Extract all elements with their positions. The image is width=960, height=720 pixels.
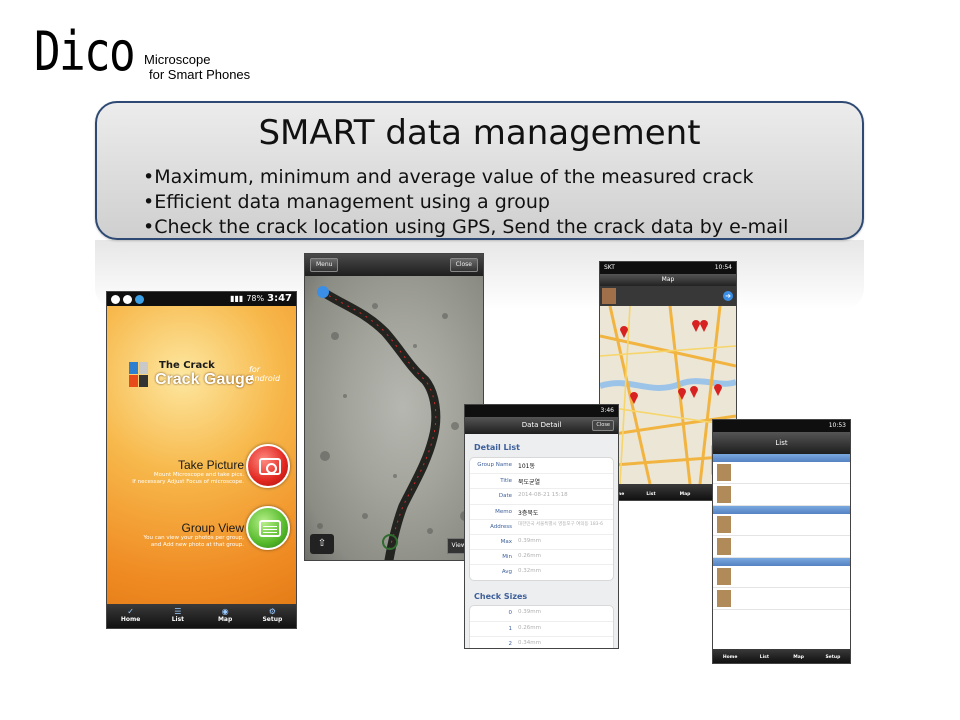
group-view-button[interactable] [246,506,290,550]
field-row[interactable]: Memo 3층북도 [470,503,613,519]
camera-icon [259,458,281,475]
logo-tagline-line2: for Smart Phones [149,67,251,82]
size-row: 2 0.34mm [470,636,613,648]
field-row: Min 0.26mm [470,549,613,564]
tab-map[interactable]: Map [782,649,816,663]
feature-bullet: Efficient data management using a group [143,190,788,215]
list-item[interactable] [713,514,850,536]
close-button[interactable]: Close [592,420,614,431]
crack-thumbnail [602,288,616,304]
app-platform: for Android [249,365,281,383]
map-info-bar[interactable]: ➜ [600,286,736,306]
detail-list: Group Name 101동 Title 북도균열 Date 2014-08-21 … [469,457,614,581]
camera-top-bar: Menu Close [305,254,483,276]
list-screen-phone: 10:53 List Home List Map Setup [713,420,850,663]
header-box: SMART data management Maximum, minimum a… [95,101,864,240]
notification-icon [135,294,144,304]
home-screen-phone: ▮▮▮ 78% 3:47 The Crack Crack Gauge for A… [107,292,296,628]
take-picture-title: Take Picture [177,458,244,472]
field-row: Address 대한민국 서울특별시 영등포구 여의동 183-6 [470,518,613,534]
status-bar: 3:46 [465,405,618,417]
size-row: 0 0.39mm [508,609,541,616]
take-picture-button[interactable] [246,444,290,488]
list-title: List [713,432,850,454]
carrier-label: SKT [604,264,615,271]
tab-setup[interactable]: ⚙ Setup [249,604,296,628]
status-bar: 10:53 [713,420,850,432]
status-time: 10:54 [714,264,732,271]
group-view-desc: You can view your photos per group, [143,535,244,541]
tab-list[interactable]: List [634,484,668,500]
size-row: 1 0.26mm [470,621,613,636]
list-item[interactable] [713,536,850,558]
logo-wordmark: Dico [34,20,136,83]
crack-image [317,286,470,560]
slide-title: SMART data management [258,113,701,153]
status-bar: ▮▮▮ 78% 3:47 [107,292,296,306]
feature-bullet: Maximum, minimum and average value of th… [143,165,788,190]
calendar-icon [259,520,281,537]
list-group-header[interactable] [713,454,850,462]
status-time: 3:46 [600,407,614,414]
app-logo: The Crack Crack Gauge for Android [129,358,289,398]
check-icon: ✓ [127,607,134,616]
camera-screen-phone: Menu Close ⇧ View Cor [305,254,483,560]
crack-list [713,454,850,610]
field-row: Max 0.39mm [470,533,613,549]
check-sizes-list: 0 0.39mm 1 0.26mm 2 0.34mm [469,605,614,648]
menu-button[interactable]: Menu [310,258,339,272]
app-name: Crack Gauge [155,371,254,388]
logo-tagline: Microscope for Smart Phones [144,52,250,82]
notification-icon [123,294,132,304]
arrow-right-icon[interactable]: ➜ [723,291,733,301]
tab-home[interactable]: Home [713,649,747,663]
tab-map[interactable]: ◉ Map [202,604,249,628]
list-group-header[interactable] [713,558,850,566]
group-view-desc: and Add new photo at that group. [150,542,244,548]
logo-tagline-line1: Microscope [144,52,211,67]
battery-level: 78% [246,294,265,303]
detail-list-title: Detail List [474,443,520,452]
app-logo-icon [129,362,149,390]
map-title: Map [600,274,736,286]
field-row: Avg 0.32mm [470,564,613,579]
up-arrow-button[interactable]: ⇧ [310,534,334,554]
list-item[interactable] [713,588,850,610]
take-picture-desc: Mount Microscope and take pics. [153,472,244,478]
close-button[interactable]: Close [449,258,478,272]
bottom-tab-bar: Home List Map Setup [713,649,850,663]
feature-bullet: Check the crack location using GPS, Send… [143,215,788,240]
tab-map[interactable]: Map [668,484,702,500]
map-icon: ◉ [221,607,229,616]
list-group-header[interactable] [713,506,850,514]
status-time: 3:47 [267,293,292,304]
group-view-item[interactable]: Group View You can view your photos per … [144,521,244,549]
data-detail-phone: 3:46 Data Detail Close Detail List Group… [465,405,618,648]
field-row: Date 2014-08-21 15:18 [470,488,613,503]
gear-icon: ⚙ [268,607,276,616]
tab-list[interactable]: List [747,649,781,663]
signal-icon: ▮▮▮ [230,294,244,303]
tab-home[interactable]: ✓ Home [107,604,154,628]
list-item[interactable] [713,462,850,484]
start-marker[interactable] [317,286,329,298]
notification-icon [111,294,120,304]
check-sizes-title: Check Sizes [474,592,528,601]
tab-setup[interactable]: Setup [816,649,850,663]
status-bar: SKT 10:54 [600,262,736,274]
take-picture-item[interactable]: Take Picture Mount Microscope and take p… [132,458,244,486]
group-view-title: Group View [181,521,244,535]
list-icon: ☰ [174,607,182,616]
field-row[interactable]: Group Name 101동 [470,458,613,473]
feature-bullet-list: Maximum, minimum and average value of th… [143,165,788,240]
app-name-small: The Crack [159,360,215,371]
bottom-tab-bar: ✓ Home ☰ List ◉ Map ⚙ Setup [107,604,296,628]
list-item[interactable] [713,484,850,506]
take-picture-desc: If necessary Adjust Focus of microscope. [132,479,244,485]
list-item[interactable] [713,566,850,588]
field-row[interactable]: Title 북도균열 [470,473,613,488]
tab-list[interactable]: ☰ List [154,604,201,628]
status-time: 10:53 [828,422,846,429]
